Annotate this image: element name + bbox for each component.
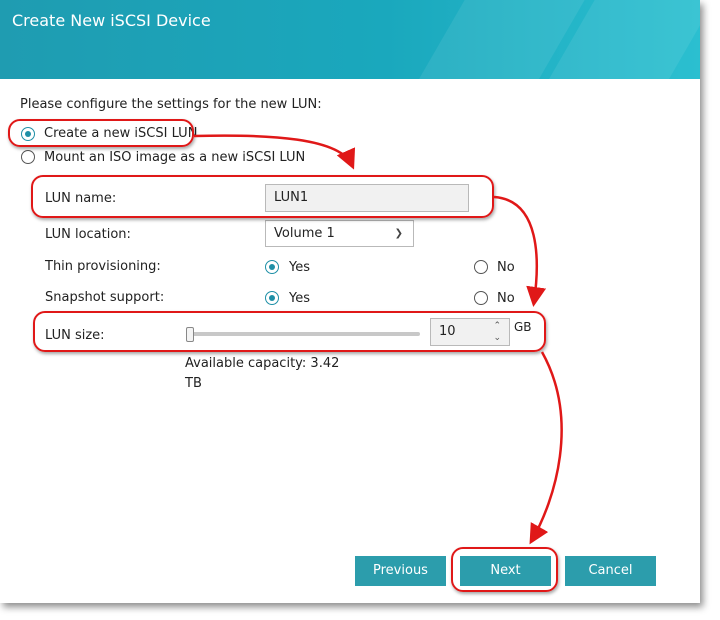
- lun-name-label: LUN name:: [45, 191, 117, 206]
- thin-provisioning-label: Thin provisioning:: [45, 259, 161, 274]
- snapshot-no-radio[interactable]: [474, 291, 488, 305]
- lun-location-value: Volume 1: [274, 226, 335, 241]
- increment-icon[interactable]: ⌃: [493, 321, 501, 331]
- lun-name-input[interactable]: LUN1: [265, 184, 469, 212]
- lun-location-label: LUN location:: [45, 227, 131, 242]
- lun-size-value: 10: [439, 324, 456, 339]
- thin-yes-radio[interactable]: [265, 260, 279, 274]
- lun-size-label: LUN size:: [45, 328, 105, 343]
- create-iscsi-dialog: Create New iSCSI Device Please configure…: [0, 0, 700, 603]
- snapshot-yes-label[interactable]: Yes: [289, 291, 310, 306]
- thin-yes-label[interactable]: Yes: [289, 260, 310, 275]
- thin-no-radio[interactable]: [474, 260, 488, 274]
- snapshot-yes-radio[interactable]: [265, 291, 279, 305]
- snapshot-support-label: Snapshot support:: [45, 290, 165, 305]
- intro-text: Please configure the settings for the ne…: [20, 97, 322, 112]
- available-capacity: Available capacity: 3.42: [185, 356, 340, 371]
- title-bar: Create New iSCSI Device: [0, 0, 700, 79]
- lun-size-stepper[interactable]: 10 ⌃ ⌄: [430, 318, 510, 346]
- snapshot-no-label[interactable]: No: [497, 291, 515, 306]
- next-button[interactable]: Next: [460, 556, 551, 586]
- chevron-down-icon: ❯: [394, 228, 403, 239]
- create-lun-label[interactable]: Create a new iSCSI LUN: [44, 126, 197, 141]
- mount-iso-radio[interactable]: [21, 150, 35, 164]
- lun-size-unit: GB: [514, 320, 532, 334]
- dialog-title: Create New iSCSI Device: [12, 11, 211, 30]
- lun-location-select[interactable]: Volume 1 ❯: [265, 220, 414, 247]
- available-capacity-unit: TB: [185, 376, 202, 391]
- create-lun-radio[interactable]: [21, 127, 35, 141]
- lun-size-slider-track[interactable]: [186, 332, 420, 336]
- previous-button[interactable]: Previous: [355, 556, 446, 586]
- lun-size-slider-thumb[interactable]: [186, 327, 194, 342]
- decrement-icon[interactable]: ⌄: [493, 333, 501, 343]
- thin-no-label[interactable]: No: [497, 260, 515, 275]
- mount-iso-label[interactable]: Mount an ISO image as a new iSCSI LUN: [44, 150, 305, 165]
- cancel-button[interactable]: Cancel: [565, 556, 656, 586]
